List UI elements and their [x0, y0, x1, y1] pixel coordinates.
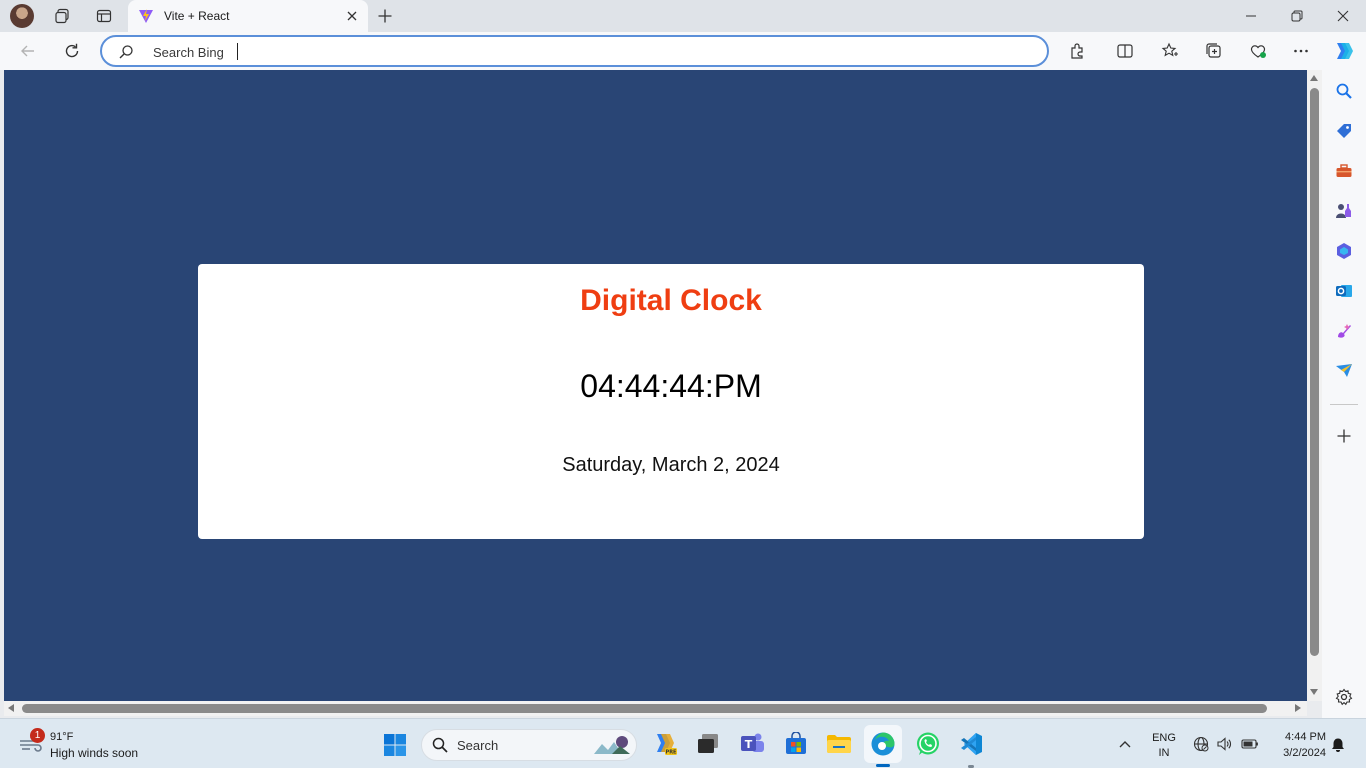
- clock-title: Digital Clock: [580, 284, 762, 317]
- clock-time: 04:44:44:PM: [580, 368, 762, 404]
- favorites-icon[interactable]: [1160, 41, 1180, 61]
- designer-icon[interactable]: [1334, 321, 1354, 341]
- minimize-icon[interactable]: [1241, 6, 1261, 26]
- notification-bell-icon[interactable]: [1331, 737, 1345, 758]
- weather-alert-badge: 1: [30, 728, 45, 743]
- vertical-scroll-thumb[interactable]: [1310, 88, 1319, 656]
- toolbox-icon[interactable]: [1334, 161, 1354, 181]
- sidebar-divider: [1330, 404, 1358, 405]
- tab-vite-react[interactable]: Vite + React: [128, 0, 368, 32]
- address-bar[interactable]: Search Bing: [100, 35, 1049, 67]
- vertical-tabs-icon[interactable]: [94, 6, 114, 26]
- active-app-indicator: [876, 764, 890, 767]
- taskbar-search-label: Search: [457, 738, 499, 753]
- scroll-up-icon[interactable]: [1310, 75, 1318, 81]
- language-code: ENG: [1152, 732, 1176, 744]
- more-options-icon[interactable]: [1291, 41, 1311, 61]
- taskbar: 1 91°F High winds soon Search PRE T ENG …: [0, 718, 1366, 768]
- search-highlight-icon: [592, 734, 632, 756]
- edge-browser-icon[interactable]: [869, 730, 897, 758]
- clock-date: Saturday, March 2, 2024: [562, 454, 780, 476]
- text-caret: [237, 43, 238, 60]
- whatsapp-icon[interactable]: [914, 730, 942, 758]
- collections-icon[interactable]: [1204, 41, 1224, 61]
- search-icon: [432, 737, 448, 758]
- horizontal-scrollbar[interactable]: [4, 701, 1307, 716]
- language-region: IN: [1158, 747, 1170, 759]
- horizontal-scroll-thumb[interactable]: [22, 704, 1267, 713]
- weather-description[interactable]: High winds soon: [50, 746, 138, 760]
- system-clock[interactable]: 4:44 PM 3/2/2024: [1266, 729, 1326, 761]
- split-screen-icon[interactable]: [1115, 41, 1135, 61]
- close-window-icon[interactable]: [1333, 6, 1353, 26]
- edge-sidebar: [1322, 70, 1366, 718]
- clock-card: Digital Clock 04:44:44:PM Saturday, Marc…: [198, 264, 1144, 539]
- scroll-left-icon[interactable]: [8, 704, 14, 712]
- taskbar-search-box[interactable]: Search: [421, 729, 637, 761]
- profile-avatar[interactable]: [10, 4, 34, 28]
- new-tab-icon[interactable]: [375, 6, 395, 26]
- weather-temperature[interactable]: 91°F: [50, 731, 73, 743]
- system-time: 4:44 PM: [1285, 731, 1326, 743]
- address-placeholder: Search Bing: [153, 45, 224, 60]
- tab-strip: Vite + React: [0, 0, 1366, 32]
- back-arrow-icon[interactable]: [18, 41, 38, 61]
- outlook-icon[interactable]: [1334, 281, 1354, 301]
- browser-toolbar: Search Bing: [0, 32, 1366, 70]
- refresh-icon[interactable]: [62, 41, 82, 61]
- copilot-preview-icon[interactable]: PRE: [651, 730, 679, 758]
- copilot-icon[interactable]: [1332, 40, 1354, 62]
- close-tab-icon[interactable]: [344, 8, 360, 29]
- restore-icon[interactable]: [1287, 6, 1307, 26]
- network-globe-icon[interactable]: [1193, 736, 1209, 757]
- chevron-up-icon[interactable]: [1118, 737, 1132, 756]
- add-icon[interactable]: [1334, 426, 1354, 446]
- vscode-icon[interactable]: [957, 730, 985, 758]
- file-explorer-icon[interactable]: [825, 730, 853, 758]
- extensions-icon[interactable]: [1067, 41, 1087, 61]
- teams-icon[interactable]: T: [738, 730, 766, 758]
- microsoft-store-icon[interactable]: [782, 730, 810, 758]
- microsoft365-icon[interactable]: [1334, 241, 1354, 261]
- vite-logo-icon: [138, 8, 154, 29]
- workspaces-icon[interactable]: [52, 6, 72, 26]
- svg-text:T: T: [745, 738, 753, 751]
- shopping-tag-icon[interactable]: [1334, 121, 1354, 141]
- volume-icon[interactable]: [1216, 736, 1232, 757]
- send-icon[interactable]: [1334, 361, 1354, 381]
- terminal-icon[interactable]: [694, 730, 722, 758]
- games-icon[interactable]: [1334, 201, 1354, 221]
- windows-start-icon[interactable]: [383, 733, 407, 757]
- svg-text:PRE: PRE: [666, 750, 678, 756]
- page-viewport: Digital Clock 04:44:44:PM Saturday, Marc…: [4, 70, 1307, 701]
- search-icon[interactable]: [1334, 81, 1354, 101]
- search-icon: [118, 44, 134, 65]
- scroll-right-icon[interactable]: [1295, 704, 1301, 712]
- system-date: 3/2/2024: [1283, 747, 1326, 759]
- language-indicator[interactable]: ENG IN: [1148, 731, 1180, 761]
- tab-title: Vite + React: [164, 9, 230, 23]
- battery-icon[interactable]: [1241, 736, 1259, 757]
- browser-essentials-icon[interactable]: [1248, 41, 1268, 61]
- settings-icon[interactable]: [1334, 687, 1354, 707]
- scroll-down-icon[interactable]: [1310, 689, 1318, 695]
- vertical-scrollbar[interactable]: [1307, 70, 1322, 701]
